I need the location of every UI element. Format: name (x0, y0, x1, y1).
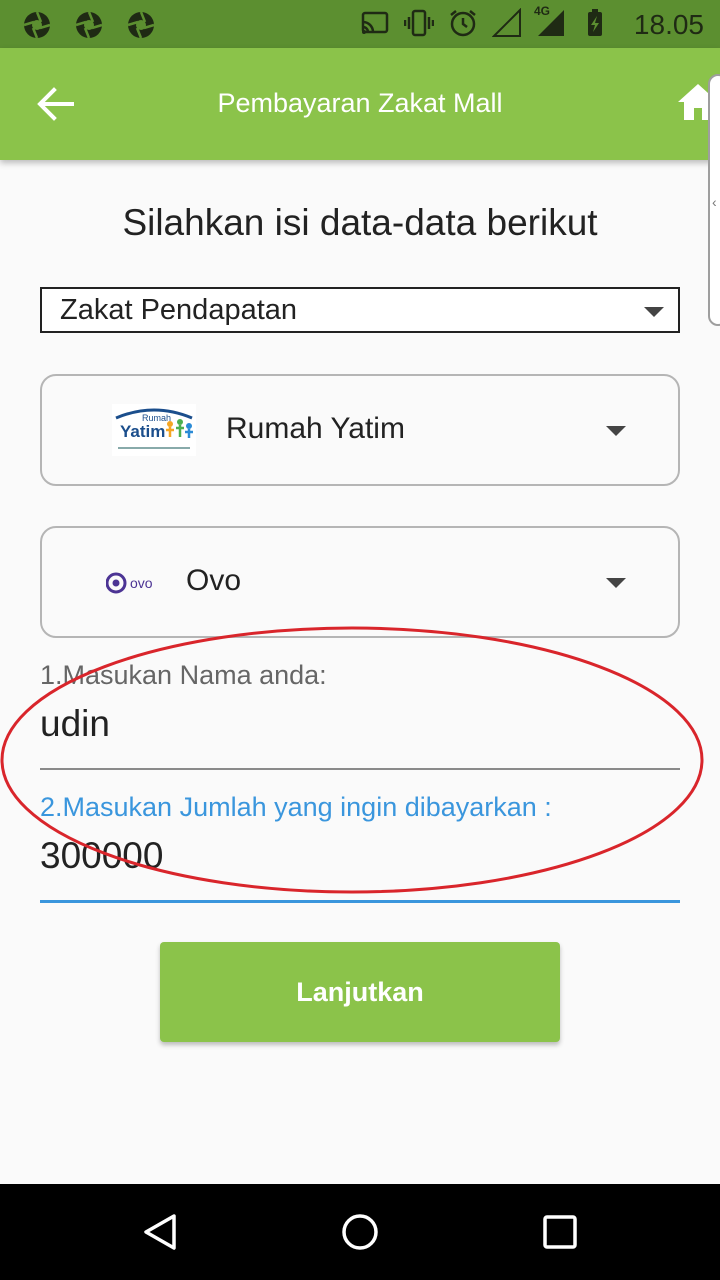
aperture-icon (75, 11, 103, 39)
name-field-label: 1.Masukan Nama anda: (40, 660, 327, 690)
clock: 18.05 (633, 9, 704, 40)
zakat-type-value: Zakat Pendapatan (60, 294, 298, 326)
amount-field-value[interactable]: 300000 (40, 835, 680, 877)
caret-down-icon (606, 578, 626, 588)
app-bar: Pembayaran Zakat Mall (0, 48, 720, 160)
svg-text:ovo: ovo (130, 575, 153, 591)
back-triangle-icon[interactable] (140, 1212, 180, 1252)
zakat-type-select[interactable]: Zakat Pendapatan (40, 287, 680, 333)
rumah-yatim-logo: Rumah Yatim (112, 404, 196, 456)
side-panel-handle[interactable]: ‹ (708, 74, 720, 326)
signal-4g-icon: 4G (534, 4, 566, 38)
organization-select[interactable]: Rumah Yatim Rumah Yatim (40, 374, 680, 486)
name-field[interactable]: 1.Masukan Nama anda: udin (40, 660, 680, 772)
form-heading: Silahkan isi data-data berikut (122, 202, 598, 243)
cast-icon (361, 11, 389, 34)
aperture-icon (127, 11, 155, 39)
page-title: Pembayaran Zakat Mall (217, 88, 503, 118)
organization-value: Rumah Yatim (226, 412, 405, 445)
status-bar: 4G 18.05 (0, 0, 720, 48)
caret-down-icon (606, 426, 626, 436)
signal-empty-icon (492, 8, 521, 37)
battery-charging-icon (588, 9, 602, 36)
recents-square-icon[interactable] (540, 1212, 580, 1252)
svg-text:Yatim: Yatim (120, 422, 165, 441)
home-circle-icon[interactable] (340, 1212, 380, 1252)
name-field-value[interactable]: udin (40, 703, 680, 745)
aperture-icon (23, 11, 51, 39)
system-nav-bar (0, 1184, 720, 1280)
ovo-logo: ovo (106, 572, 153, 594)
alarm-icon (450, 10, 476, 37)
network-type-label: 4G (534, 4, 551, 18)
continue-button[interactable]: Lanjutkan (160, 942, 560, 1042)
vibrate-icon (404, 9, 434, 37)
payment-method-value: Ovo (186, 564, 242, 597)
payment-method-select[interactable]: ovo Ovo (40, 526, 680, 638)
amount-field-label: 2.Masukan Jumlah yang ingin dibayarkan : (40, 792, 552, 822)
amount-field-underline (40, 900, 680, 903)
amount-field[interactable]: 2.Masukan Jumlah yang ingin dibayarkan :… (40, 792, 680, 904)
caret-down-icon (644, 307, 664, 317)
name-field-underline (40, 768, 680, 770)
